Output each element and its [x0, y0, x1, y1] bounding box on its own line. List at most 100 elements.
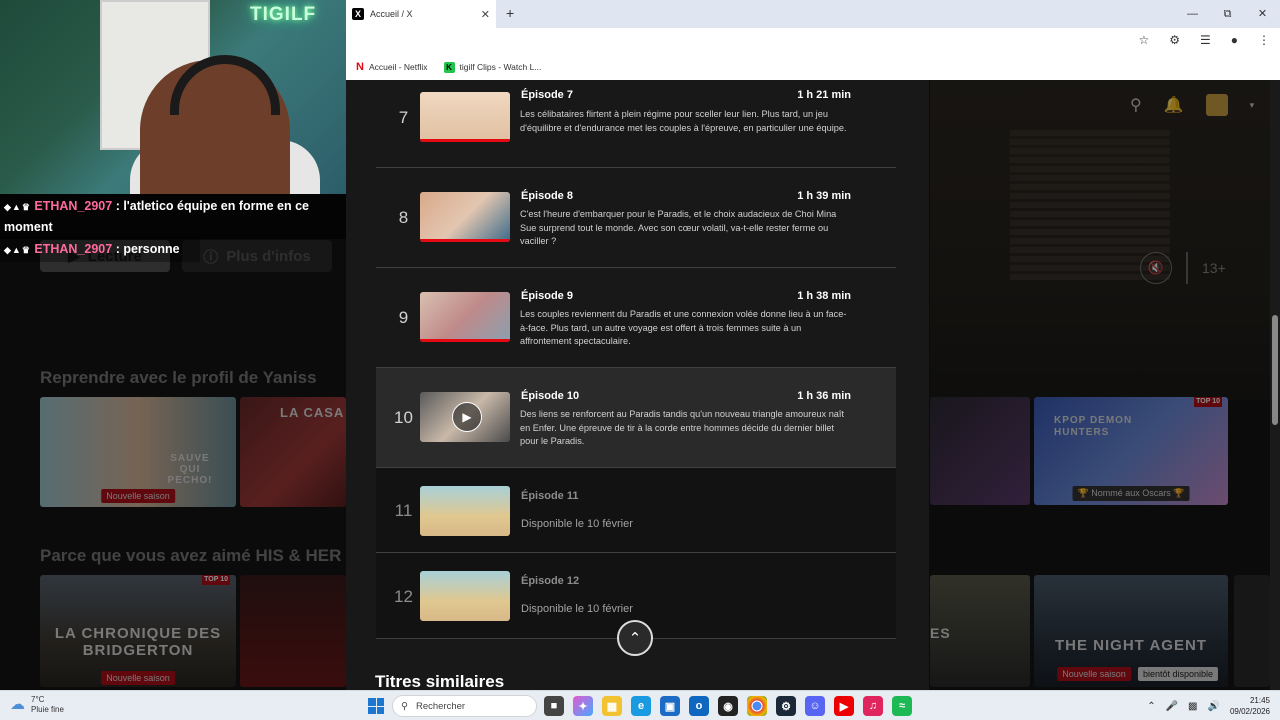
system-tray: ⌃ 🎤 ▩ 🔊 21:45 09/02/2026 — [1147, 695, 1270, 717]
tile-title: SAUVE QUI PECHO! — [167, 453, 213, 486]
episode-title: Épisode 11 — [521, 490, 579, 502]
spotify-icon[interactable]: ≈ — [892, 696, 912, 716]
app-icon[interactable]: ◉ — [718, 696, 738, 716]
episode-thumbnail[interactable] — [420, 192, 510, 242]
kick-icon: K — [443, 61, 455, 73]
episode-thumbnail — [420, 571, 510, 621]
episode-thumbnail[interactable] — [420, 292, 510, 342]
bookmark-tigilf[interactable]: K tigilf Clips - Watch L... — [443, 61, 542, 73]
search-icon: ⚲ — [401, 700, 408, 712]
restore-icon[interactable]: ⧉ — [1210, 0, 1245, 28]
page-scrollbar[interactable] — [1270, 80, 1280, 690]
tile-partial-3[interactable] — [1234, 575, 1270, 687]
episode-thumbnail[interactable]: ▶ — [420, 392, 510, 442]
tiktok-icon[interactable]: ♫ — [863, 696, 883, 716]
episode-row-locked[interactable]: 11 Épisode 11 Disponible le 10 février — [376, 468, 896, 553]
episode-title: Épisode 8 — [521, 190, 573, 202]
task-view-icon[interactable]: ■ — [544, 696, 564, 716]
tile-partial-2[interactable]: ES — [930, 575, 1030, 687]
episode-duration: 1 h 39 min — [797, 190, 851, 202]
episode-duration: 1 h 36 min — [797, 390, 851, 402]
tile-la-casa[interactable]: LA CASA — [240, 397, 346, 507]
clock[interactable]: 21:45 09/02/2026 — [1230, 695, 1270, 717]
steam-icon[interactable]: ⚙ — [776, 696, 796, 716]
episode-row[interactable]: 10 ▶ Épisode 10 1 h 36 min Des liens se … — [376, 368, 896, 468]
progress-bar — [420, 339, 510, 342]
search-icon[interactable]: ⚲ — [1130, 95, 1142, 115]
episode-row[interactable]: 9 Épisode 9 1 h 38 min Les couples revie… — [376, 268, 896, 368]
episode-row[interactable]: 8 Épisode 8 1 h 39 min C'est l'heure d'e… — [376, 168, 896, 268]
avatar[interactable] — [1205, 94, 1228, 116]
youtube-icon[interactable]: ▶ — [834, 696, 854, 716]
bell-icon[interactable]: 🔔 — [1164, 95, 1184, 115]
episode-title: Épisode 10 — [521, 390, 580, 402]
new-tab-button[interactable]: + — [506, 5, 514, 21]
new-season-badge: Nouvelle saison — [1057, 667, 1131, 681]
taskbar: ☁ 7°C Pluie fine ⚲ Rechercher ■ ✦ ▦ e ▣ … — [0, 690, 1280, 720]
close-tab-icon[interactable]: ✕ — [481, 8, 490, 21]
episode-thumbnail[interactable] — [420, 92, 510, 142]
chat-badges-icon: ◆▲♛ — [4, 202, 31, 212]
store-icon[interactable]: ▣ — [660, 696, 680, 716]
episode-description: Les célibataires flirtent à plein régime… — [520, 109, 847, 133]
network-icon[interactable]: ▩ — [1188, 701, 1197, 712]
volume-icon[interactable]: 🔊 — [1208, 701, 1220, 712]
outlook-icon[interactable]: o — [689, 696, 709, 716]
taskbar-search[interactable]: ⚲ Rechercher — [392, 695, 537, 717]
netflix-icon: N — [356, 61, 364, 73]
chat-message: ◆▲♛ ETHAN_2907 : l'atletico équipe en fo… — [0, 194, 346, 239]
bookmark-label: tigilf Clips - Watch L... — [459, 62, 542, 72]
x-logo-icon: X — [352, 8, 364, 20]
minimize-icon[interactable]: — — [1175, 0, 1210, 28]
weather-widget[interactable]: ☁ 7°C Pluie fine — [10, 695, 64, 715]
tile-sauve-qui-pecho[interactable]: SAUVE QUI PECHO! Nouvelle saison — [40, 397, 236, 507]
discord-icon[interactable]: ☺ — [805, 696, 825, 716]
microphone-icon[interactable]: 🎤 — [1166, 701, 1178, 712]
tile-kpop-demon-hunters[interactable]: TOP 10 KPOP DEMON HUNTERS 🏆 Nommé aux Os… — [1034, 397, 1228, 505]
extensions-icon[interactable]: ⚙ — [1169, 33, 1180, 47]
menu-icon[interactable]: ⋮ — [1258, 33, 1270, 47]
file-explorer-icon[interactable]: ▦ — [602, 696, 622, 716]
bookmark-star-icon[interactable]: ☆ — [1138, 33, 1149, 47]
tile-right-partial[interactable] — [930, 397, 1030, 505]
webcam-overlay: TIGILF — [0, 0, 346, 194]
start-button[interactable] — [368, 698, 384, 714]
new-season-badge: Nouvelle saison — [101, 489, 175, 503]
chevron-down-icon[interactable]: ▾ — [1250, 100, 1255, 111]
browser-chrome: X Accueil / X ✕ + — ⧉ ✕ ☆ ⚙ ☰ ● ⋮ N Accu… — [346, 0, 1280, 80]
tile-red-dress[interactable] — [240, 575, 346, 687]
progress-bar — [420, 139, 510, 142]
episode-row[interactable]: 7 Épisode 7 1 h 21 min Les célibataires … — [376, 80, 896, 168]
episodes-modal: 7 Épisode 7 1 h 21 min Les célibataires … — [346, 80, 929, 690]
profile-icon[interactable]: ● — [1231, 33, 1238, 47]
bookmark-netflix[interactable]: N Accueil - Netflix — [356, 61, 428, 73]
episode-description: C'est l'heure d'embarquer pour le Paradi… — [520, 209, 837, 246]
chat-message: ◆▲♛ ETHAN_2907 : personne — [0, 237, 200, 262]
close-window-icon[interactable]: ✕ — [1245, 0, 1280, 28]
address-bar[interactable]: ☆ ⚙ ☰ ● ⋮ — [346, 28, 1280, 54]
media-icon[interactable]: ☰ — [1200, 33, 1211, 47]
scroll-to-top-button[interactable]: ⌃ — [617, 620, 653, 656]
copilot-icon[interactable]: ✦ — [573, 696, 593, 716]
tile-title: ES — [930, 625, 951, 641]
edge-icon[interactable]: e — [631, 696, 651, 716]
chevron-up-icon: ⌃ — [628, 630, 642, 647]
hero-image — [930, 80, 1270, 400]
tab-accueil-x[interactable]: X Accueil / X ✕ — [346, 0, 496, 28]
scrollbar-thumb[interactable] — [1272, 315, 1278, 425]
tile-title: KPOP DEMON HUNTERS — [1054, 415, 1133, 438]
more-info-button[interactable]: ⓘ Plus d'infos — [182, 240, 332, 272]
age-rating: 13+ — [1186, 252, 1226, 284]
chevron-up-icon[interactable]: ⌃ — [1147, 701, 1155, 712]
episode-duration: 1 h 21 min — [797, 89, 851, 101]
chat-badges-icon: ◆▲♛ — [4, 245, 31, 255]
row-title-continue: Reprendre avec le profil de Yaniss — [40, 368, 317, 387]
tile-night-agent[interactable]: THE NIGHT AGENT Nouvelle saison bientôt … — [1034, 575, 1228, 687]
weather-label: Pluie fine — [31, 705, 64, 714]
chrome-icon[interactable] — [747, 696, 767, 716]
play-icon[interactable]: ▶ — [452, 402, 482, 432]
tile-bridgerton[interactable]: TOP 10 LA CHRONIQUE DES BRIDGERTON Nouve… — [40, 575, 236, 687]
episode-title: Épisode 9 — [521, 290, 573, 302]
bookmark-label: Accueil - Netflix — [368, 62, 428, 72]
mute-icon[interactable]: 🔇 — [1140, 252, 1172, 284]
